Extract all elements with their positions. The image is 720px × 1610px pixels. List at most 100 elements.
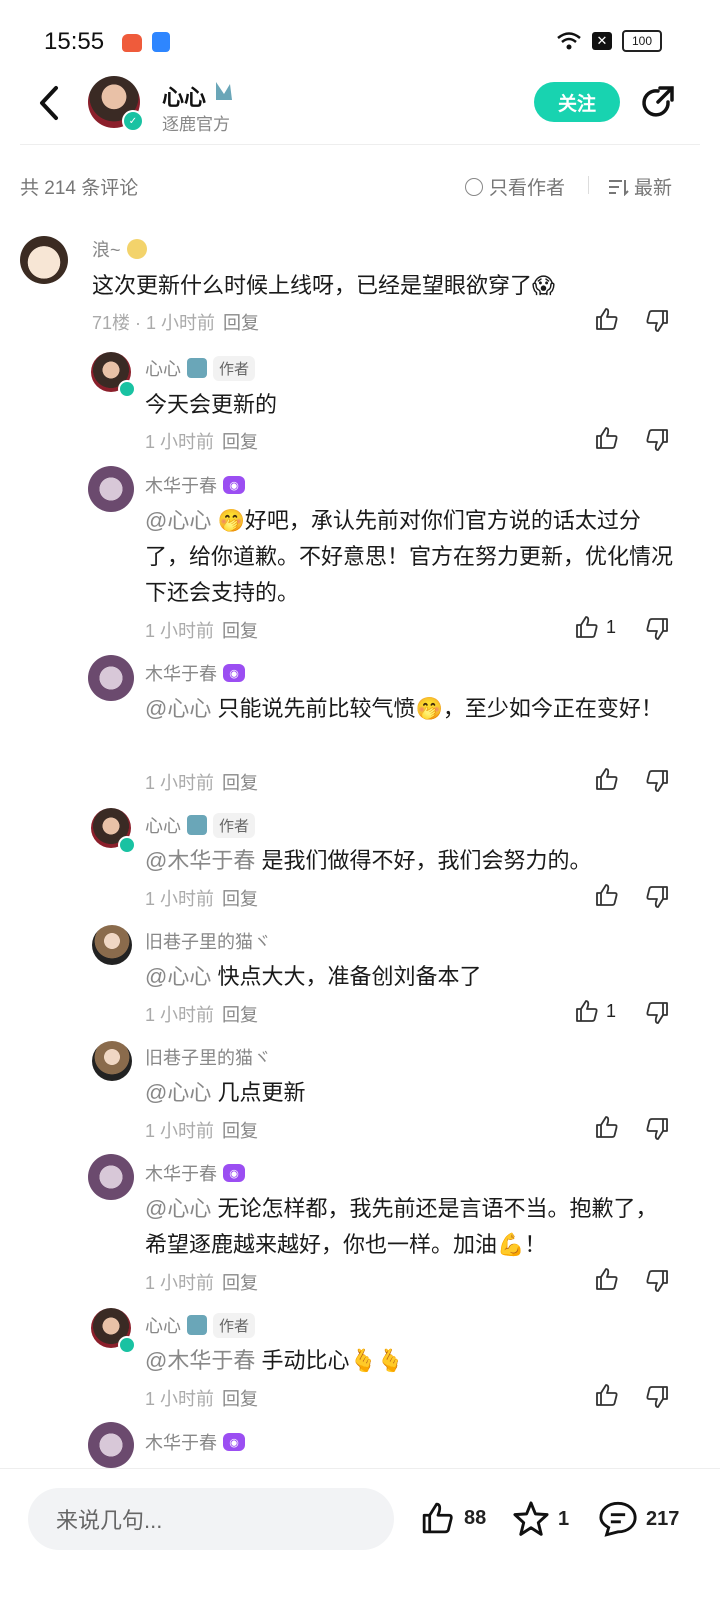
game-badge-icon: ◉ [223, 664, 245, 682]
avatar[interactable] [88, 466, 134, 512]
comment-text: 今天会更新的 [145, 392, 278, 417]
dislike-button[interactable] [644, 768, 670, 799]
comment-user-name[interactable]: 浪~ [92, 236, 147, 262]
comment-user-name[interactable]: 心心 作者 [145, 812, 256, 838]
like-button[interactable] [594, 306, 620, 332]
avatar[interactable] [88, 655, 134, 701]
thumb-up-icon [576, 616, 598, 638]
back-arrow-icon[interactable] [32, 80, 72, 126]
only-author-toggle[interactable]: 只看作者 [465, 173, 565, 200]
comment-meta: 71楼 · 1 小时前 回复 [92, 313, 260, 333]
verified-icon: ✓ [122, 110, 144, 132]
like-button[interactable] [594, 425, 620, 451]
comment-user-name[interactable]: 木华于春 ◉ [145, 472, 245, 498]
like-button[interactable] [594, 1266, 620, 1292]
reply-button[interactable]: 回复 [222, 1389, 258, 1409]
thumb-up-icon [596, 884, 618, 906]
app-notification-icon [122, 34, 142, 52]
thumb-up-icon [576, 1000, 598, 1022]
comment-meta: 1 小时前 回复 [145, 432, 259, 452]
comment-meta: 1 小时前 回复 [145, 1273, 259, 1293]
mention[interactable]: @心心 [145, 696, 211, 721]
game-badge-icon: ◉ [223, 1164, 245, 1182]
mention[interactable]: @心心 [145, 1196, 211, 1221]
mention[interactable]: @心心 [145, 964, 211, 989]
comment-meta: 1 小时前 回复 [145, 889, 259, 909]
thumb-down-icon [646, 886, 668, 908]
like-count: 1 [606, 616, 617, 637]
dislike-button[interactable] [644, 308, 670, 339]
dislike-button[interactable] [644, 884, 670, 915]
status-icons: ✕ 100 [556, 30, 662, 52]
avatar[interactable] [92, 1041, 132, 1081]
mention[interactable]: @心心 [145, 508, 211, 533]
thumb-up-icon [596, 1116, 618, 1138]
thumb-down-icon [646, 1270, 668, 1292]
game-badge-icon: ◉ [223, 1433, 245, 1451]
thumb-down-icon [646, 1386, 668, 1408]
thumb-down-icon [646, 429, 668, 451]
reply-button[interactable]: 回复 [222, 1121, 258, 1141]
avatar[interactable] [88, 1422, 134, 1468]
thumb-down-icon [646, 1118, 668, 1140]
like-count: 1 [606, 1000, 617, 1021]
dislike-button[interactable] [644, 1268, 670, 1299]
battery-indicator: 100 [622, 30, 662, 52]
thumb-down-icon [646, 770, 668, 792]
favorite-button[interactable]: 1 [512, 1500, 569, 1538]
reply-button[interactable]: 回复 [222, 889, 258, 909]
mention[interactable]: @木华于春 [145, 848, 255, 873]
reply-button[interactable]: 回复 [222, 432, 258, 452]
like-button[interactable]: 1 [574, 998, 616, 1024]
reply-button[interactable]: 回复 [223, 313, 259, 333]
reply-button[interactable]: 回复 [222, 1273, 258, 1293]
dislike-button[interactable] [644, 1000, 670, 1031]
status-time: 15:55 [44, 28, 105, 55]
reply-button[interactable]: 回复 [222, 621, 258, 641]
comment-input[interactable]: 来说几句... [28, 1488, 394, 1550]
author-tag: 作者 [213, 1312, 256, 1338]
comment-user-name[interactable]: 旧巷子里的猫ヾ [145, 1044, 271, 1070]
thumb-up-icon [596, 768, 618, 790]
dislike-button[interactable] [644, 427, 670, 458]
comment-user-name[interactable]: 木华于春 ◉ [145, 1429, 245, 1455]
avatar[interactable] [20, 236, 68, 284]
avatar[interactable] [88, 1154, 134, 1200]
comment-user-name[interactable]: 心心 作者 [145, 355, 256, 381]
sort-label: 最新 [634, 178, 673, 199]
like-button[interactable] [594, 1114, 620, 1140]
thumb-down-icon [646, 310, 668, 332]
like-button[interactable] [594, 766, 620, 792]
comment-meta: 1 小时前 回复 [145, 1389, 259, 1409]
sort-button[interactable]: 最新 [608, 173, 672, 200]
mention[interactable]: @木华于春 [145, 1348, 255, 1373]
reply-button[interactable]: 回复 [222, 773, 258, 793]
reply-button[interactable]: 回复 [222, 1005, 258, 1025]
comment-user-name[interactable]: 木华于春 ◉ [145, 660, 245, 686]
comments-button[interactable]: 217 [598, 1500, 679, 1538]
author-tag: 作者 [213, 355, 256, 381]
dislike-button[interactable] [644, 616, 670, 647]
avatar[interactable] [92, 925, 132, 965]
dislike-button[interactable] [644, 1116, 670, 1147]
comment-text: @木华于春 手动比心🫰🫰 [145, 1348, 405, 1373]
comment-user-name[interactable]: 旧巷子里的猫ヾ [145, 928, 271, 954]
official-badge-icon [187, 358, 207, 378]
comment-meta: 1 小时前 回复 [145, 1005, 259, 1025]
like-button[interactable] [594, 882, 620, 908]
follow-button[interactable]: 关注 [534, 82, 620, 122]
thumb-up-icon [596, 308, 618, 330]
like-button[interactable] [594, 1382, 620, 1408]
comment-meta: 1 小时前 回复 [145, 621, 259, 641]
comment-user-name[interactable]: 木华于春 ◉ [145, 1160, 245, 1186]
author-name[interactable]: 心心 [162, 80, 206, 112]
like-post-button[interactable]: 88 [420, 1500, 486, 1536]
thumb-down-icon [646, 1002, 668, 1024]
like-button[interactable]: 1 [574, 614, 616, 640]
dislike-button[interactable] [644, 1384, 670, 1415]
comment-user-name[interactable]: 心心 作者 [145, 1312, 256, 1338]
mention[interactable]: @心心 [145, 1080, 211, 1105]
comment-count: 共 214 条评论 [20, 178, 139, 199]
comment-text: @心心 无论怎样都，我先前还是言语不当。抱歉了，希望逐鹿越来越好，你也一样。加油… [145, 1196, 658, 1257]
share-icon[interactable] [638, 84, 676, 122]
